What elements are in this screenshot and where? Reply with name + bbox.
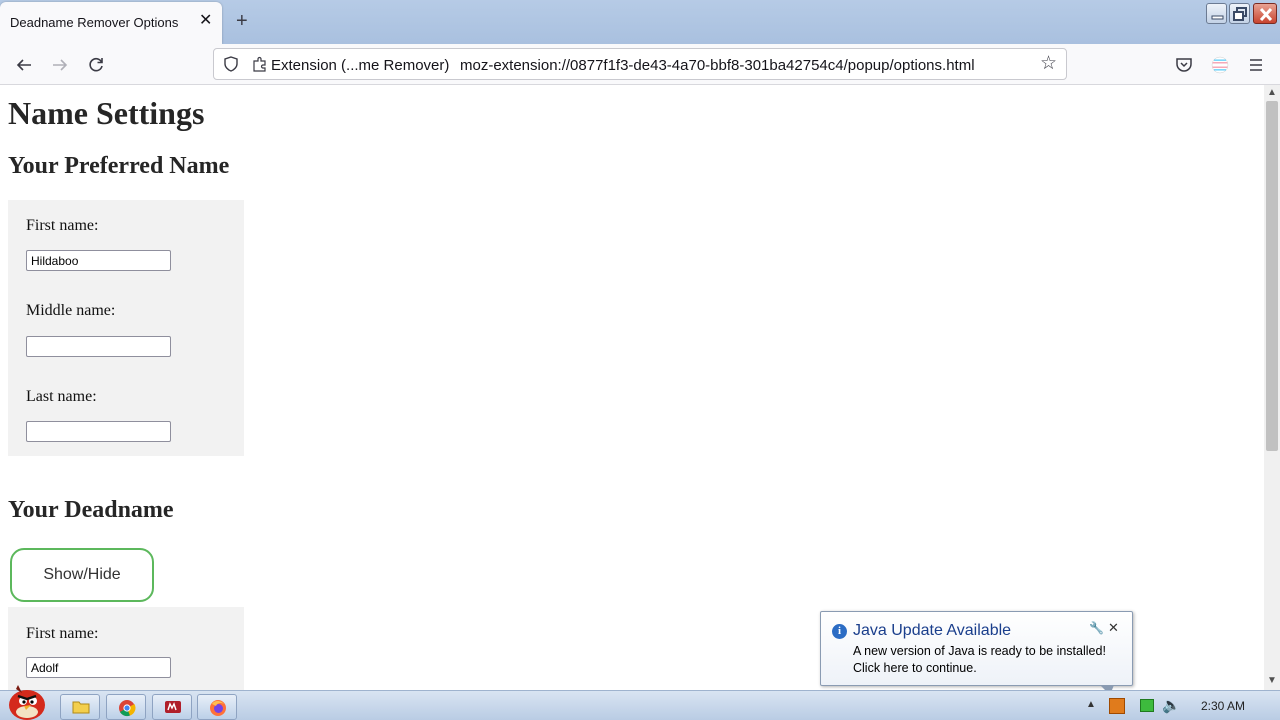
preferred-last-name-label: Last name:: [26, 388, 97, 405]
page-title: Name Settings: [8, 95, 205, 131]
clock[interactable]: 2:30 AM: [1201, 699, 1245, 713]
restore-icon: [1233, 7, 1247, 21]
pocket-button[interactable]: [1172, 53, 1196, 77]
scrollbar-thumb[interactable]: [1266, 101, 1278, 451]
volume-icon[interactable]: 🔈: [1162, 696, 1181, 714]
tab-title: Deadname Remover Options: [10, 15, 179, 30]
tab-close-icon[interactable]: ✕: [199, 13, 212, 29]
arrow-left-icon: [16, 59, 31, 71]
minimize-icon: [1211, 15, 1224, 20]
bookmark-star-icon[interactable]: ☆: [1040, 54, 1057, 73]
scroll-down-icon[interactable]: ▼: [1267, 675, 1277, 686]
preferred-last-name-input[interactable]: [26, 421, 171, 442]
deadname-first-name-label: First name:: [26, 625, 99, 642]
tab-active[interactable]: Deadname Remover Options ✕: [0, 2, 222, 44]
avatar-flag-icon: [1211, 56, 1229, 74]
account-button[interactable]: [1208, 53, 1232, 77]
taskbar-app-button[interactable]: [152, 694, 192, 720]
site-identity-label[interactable]: Extension (...me Remover): [271, 57, 449, 74]
app-icon: [165, 701, 181, 713]
url-text[interactable]: moz-extension://0877f1f3-de43-4a70-bbf8-…: [460, 57, 975, 74]
pocket-icon: [1176, 58, 1192, 72]
notification-link[interactable]: Click here to continue.: [853, 661, 977, 675]
java-tray-icon[interactable]: [1109, 698, 1125, 714]
angry-bird-start-icon[interactable]: [4, 681, 50, 720]
java-update-notification[interactable]: i Java Update Available A new version of…: [820, 611, 1133, 686]
close-icon: [1259, 7, 1273, 22]
preferred-name-heading: Your Preferred Name: [8, 153, 230, 179]
deadname-first-name-input[interactable]: [26, 657, 171, 678]
show-hide-button[interactable]: Show/Hide: [10, 548, 154, 602]
preferred-middle-name-label: Middle name:: [26, 302, 116, 319]
network-icon[interactable]: [1140, 699, 1154, 712]
wrench-icon[interactable]: 🔧: [1089, 621, 1104, 635]
taskbar-explorer-button[interactable]: [60, 694, 100, 720]
window-restore-button[interactable]: [1229, 3, 1250, 24]
chrome-icon: [119, 700, 136, 717]
taskbar-chrome-button[interactable]: [106, 694, 146, 720]
shield-icon[interactable]: [222, 55, 240, 73]
window-minimize-button[interactable]: [1206, 3, 1227, 24]
folder-icon: [72, 701, 90, 714]
taskbar-firefox-button[interactable]: [197, 694, 237, 720]
notification-close-icon[interactable]: ✕: [1108, 620, 1119, 636]
notification-title: Java Update Available: [853, 622, 1012, 639]
notification-message: A new version of Java is ready to be ins…: [853, 644, 1106, 658]
tray-expand-icon[interactable]: ▲: [1086, 699, 1096, 710]
reload-button[interactable]: [84, 53, 108, 77]
preferred-first-name-label: First name:: [26, 217, 99, 234]
forward-button[interactable]: [48, 53, 72, 77]
preferred-first-name-input[interactable]: [26, 250, 171, 271]
deadname-heading: Your Deadname: [8, 497, 174, 523]
hamburger-menu-icon: [1250, 59, 1262, 71]
app-menu-button[interactable]: [1244, 53, 1268, 77]
tab-strip: Deadname Remover Options ✕ +: [0, 0, 1280, 44]
arrow-right-icon: [53, 59, 68, 71]
deadname-form: First name:: [8, 607, 244, 690]
vertical-scrollbar[interactable]: ▲ ▼: [1264, 85, 1280, 690]
new-tab-icon[interactable]: +: [236, 11, 248, 31]
reload-icon: [89, 57, 103, 72]
page-viewport: Name Settings Your Preferred Name First …: [0, 85, 1264, 690]
preferred-middle-name-input[interactable]: [26, 336, 171, 357]
preferred-name-form: First name: Middle name: Last name:: [8, 200, 244, 456]
scroll-up-icon[interactable]: ▲: [1267, 87, 1277, 98]
puzzle-piece-icon: [253, 56, 266, 72]
info-icon: i: [832, 624, 847, 639]
taskbar: ▲ 🔈 2:30 AM: [0, 685, 1280, 720]
window-close-button[interactable]: [1253, 3, 1277, 24]
back-button[interactable]: [12, 53, 36, 77]
navigation-toolbar: Extension (...me Remover) moz-extension:…: [0, 44, 1280, 85]
firefox-icon: [210, 700, 226, 716]
address-bar[interactable]: Extension (...me Remover) moz-extension:…: [213, 48, 1067, 80]
